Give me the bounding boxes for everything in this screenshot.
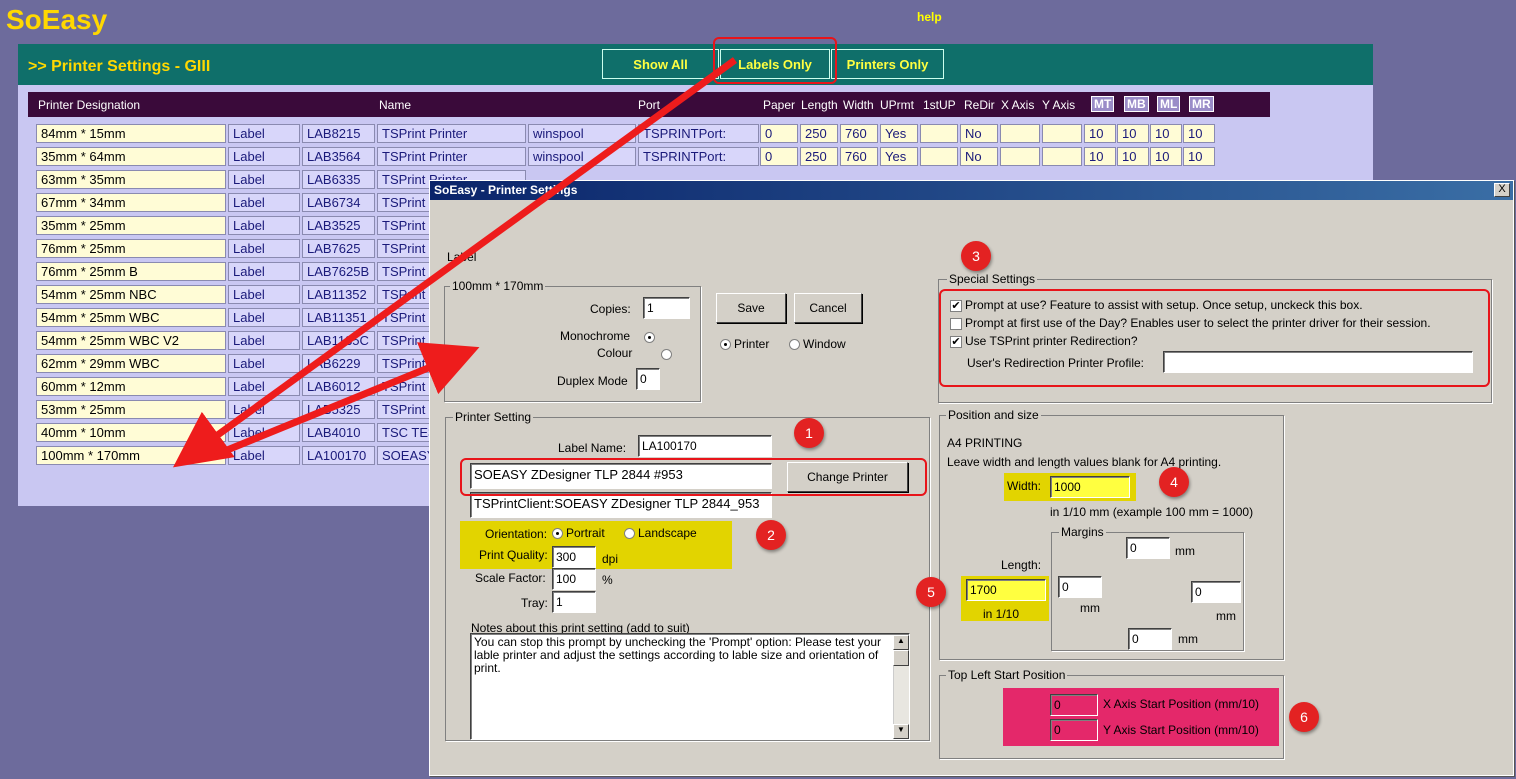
arrow-to-row [172, 57, 738, 468]
annotation-arrows [172, 57, 738, 468]
arrow-to-dialog [213, 342, 480, 459]
